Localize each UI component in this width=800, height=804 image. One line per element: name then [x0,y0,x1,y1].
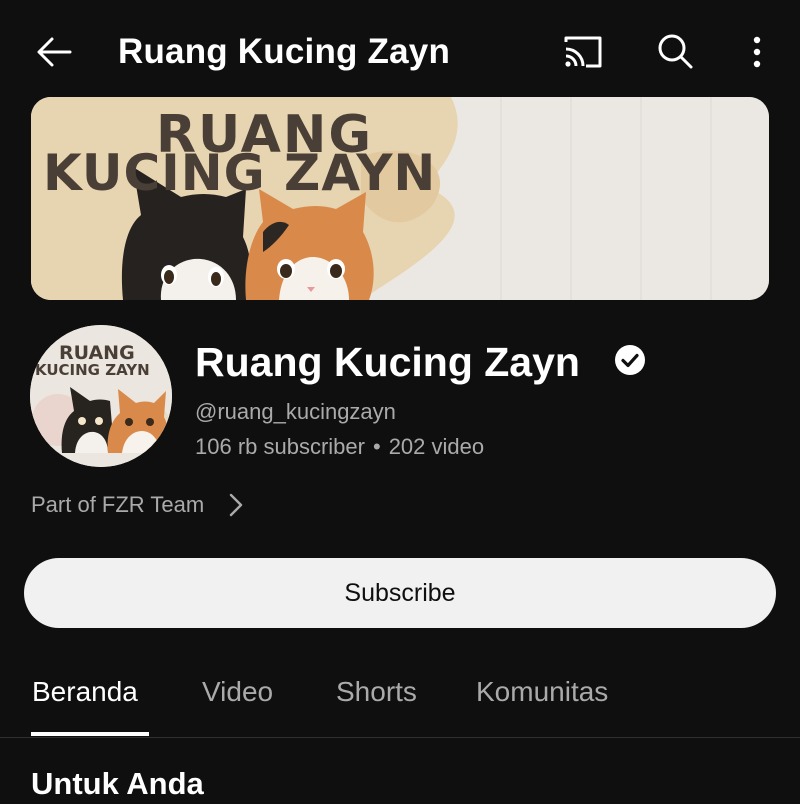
video-count: 202 video [388,434,485,459]
tab-video[interactable]: Video [202,674,273,710]
top-app-bar: Ruang Kucing Zayn [0,0,800,100]
subscriber-count: 106 rb subscriber [195,434,365,459]
page-title: Ruang Kucing Zayn [118,32,451,71]
search-icon [658,34,693,69]
channel-avatar[interactable]: RUANG KUCING ZAYN [30,325,172,467]
tab-shorts[interactable]: Shorts [336,674,417,710]
active-tab-indicator [31,732,149,736]
tabs-divider [0,737,800,738]
tab-beranda[interactable]: Beranda [32,674,138,710]
channel-name: Ruang Kucing Zayn [195,339,580,385]
chevron-right-icon [230,493,243,517]
team-link-label: Part of FZR Team [31,492,205,517]
channel-handle: @ruang_kucingzayn [195,399,396,424]
tab-komunitas[interactable]: Komunitas [476,674,608,710]
back-arrow-icon [37,37,72,67]
stats-separator: • [372,434,381,459]
avatar-logo-line2: KUCING ZAYN [35,361,150,379]
back-button[interactable] [30,30,78,74]
search-button[interactable] [652,28,700,76]
section-title: Untuk Anda [31,766,204,801]
channel-banner: RUANG KUCING ZAYN [31,97,769,300]
cast-icon [564,36,602,68]
subscribe-button[interactable]: Subscribe [24,558,776,628]
team-link[interactable]: Part of FZR Team [31,488,246,522]
verified-badge-icon [615,345,645,375]
cast-button[interactable] [558,30,606,74]
more-options-button[interactable] [740,28,774,76]
channel-tabs: Beranda Video Shorts Komunitas [0,660,800,738]
channel-stats: 106 rb subscriber • 202 video [195,432,484,462]
subscribe-button-label: Subscribe [344,578,456,607]
banner-logo-line2: KUCING ZAYN [43,144,436,202]
more-vert-icon [753,36,761,68]
